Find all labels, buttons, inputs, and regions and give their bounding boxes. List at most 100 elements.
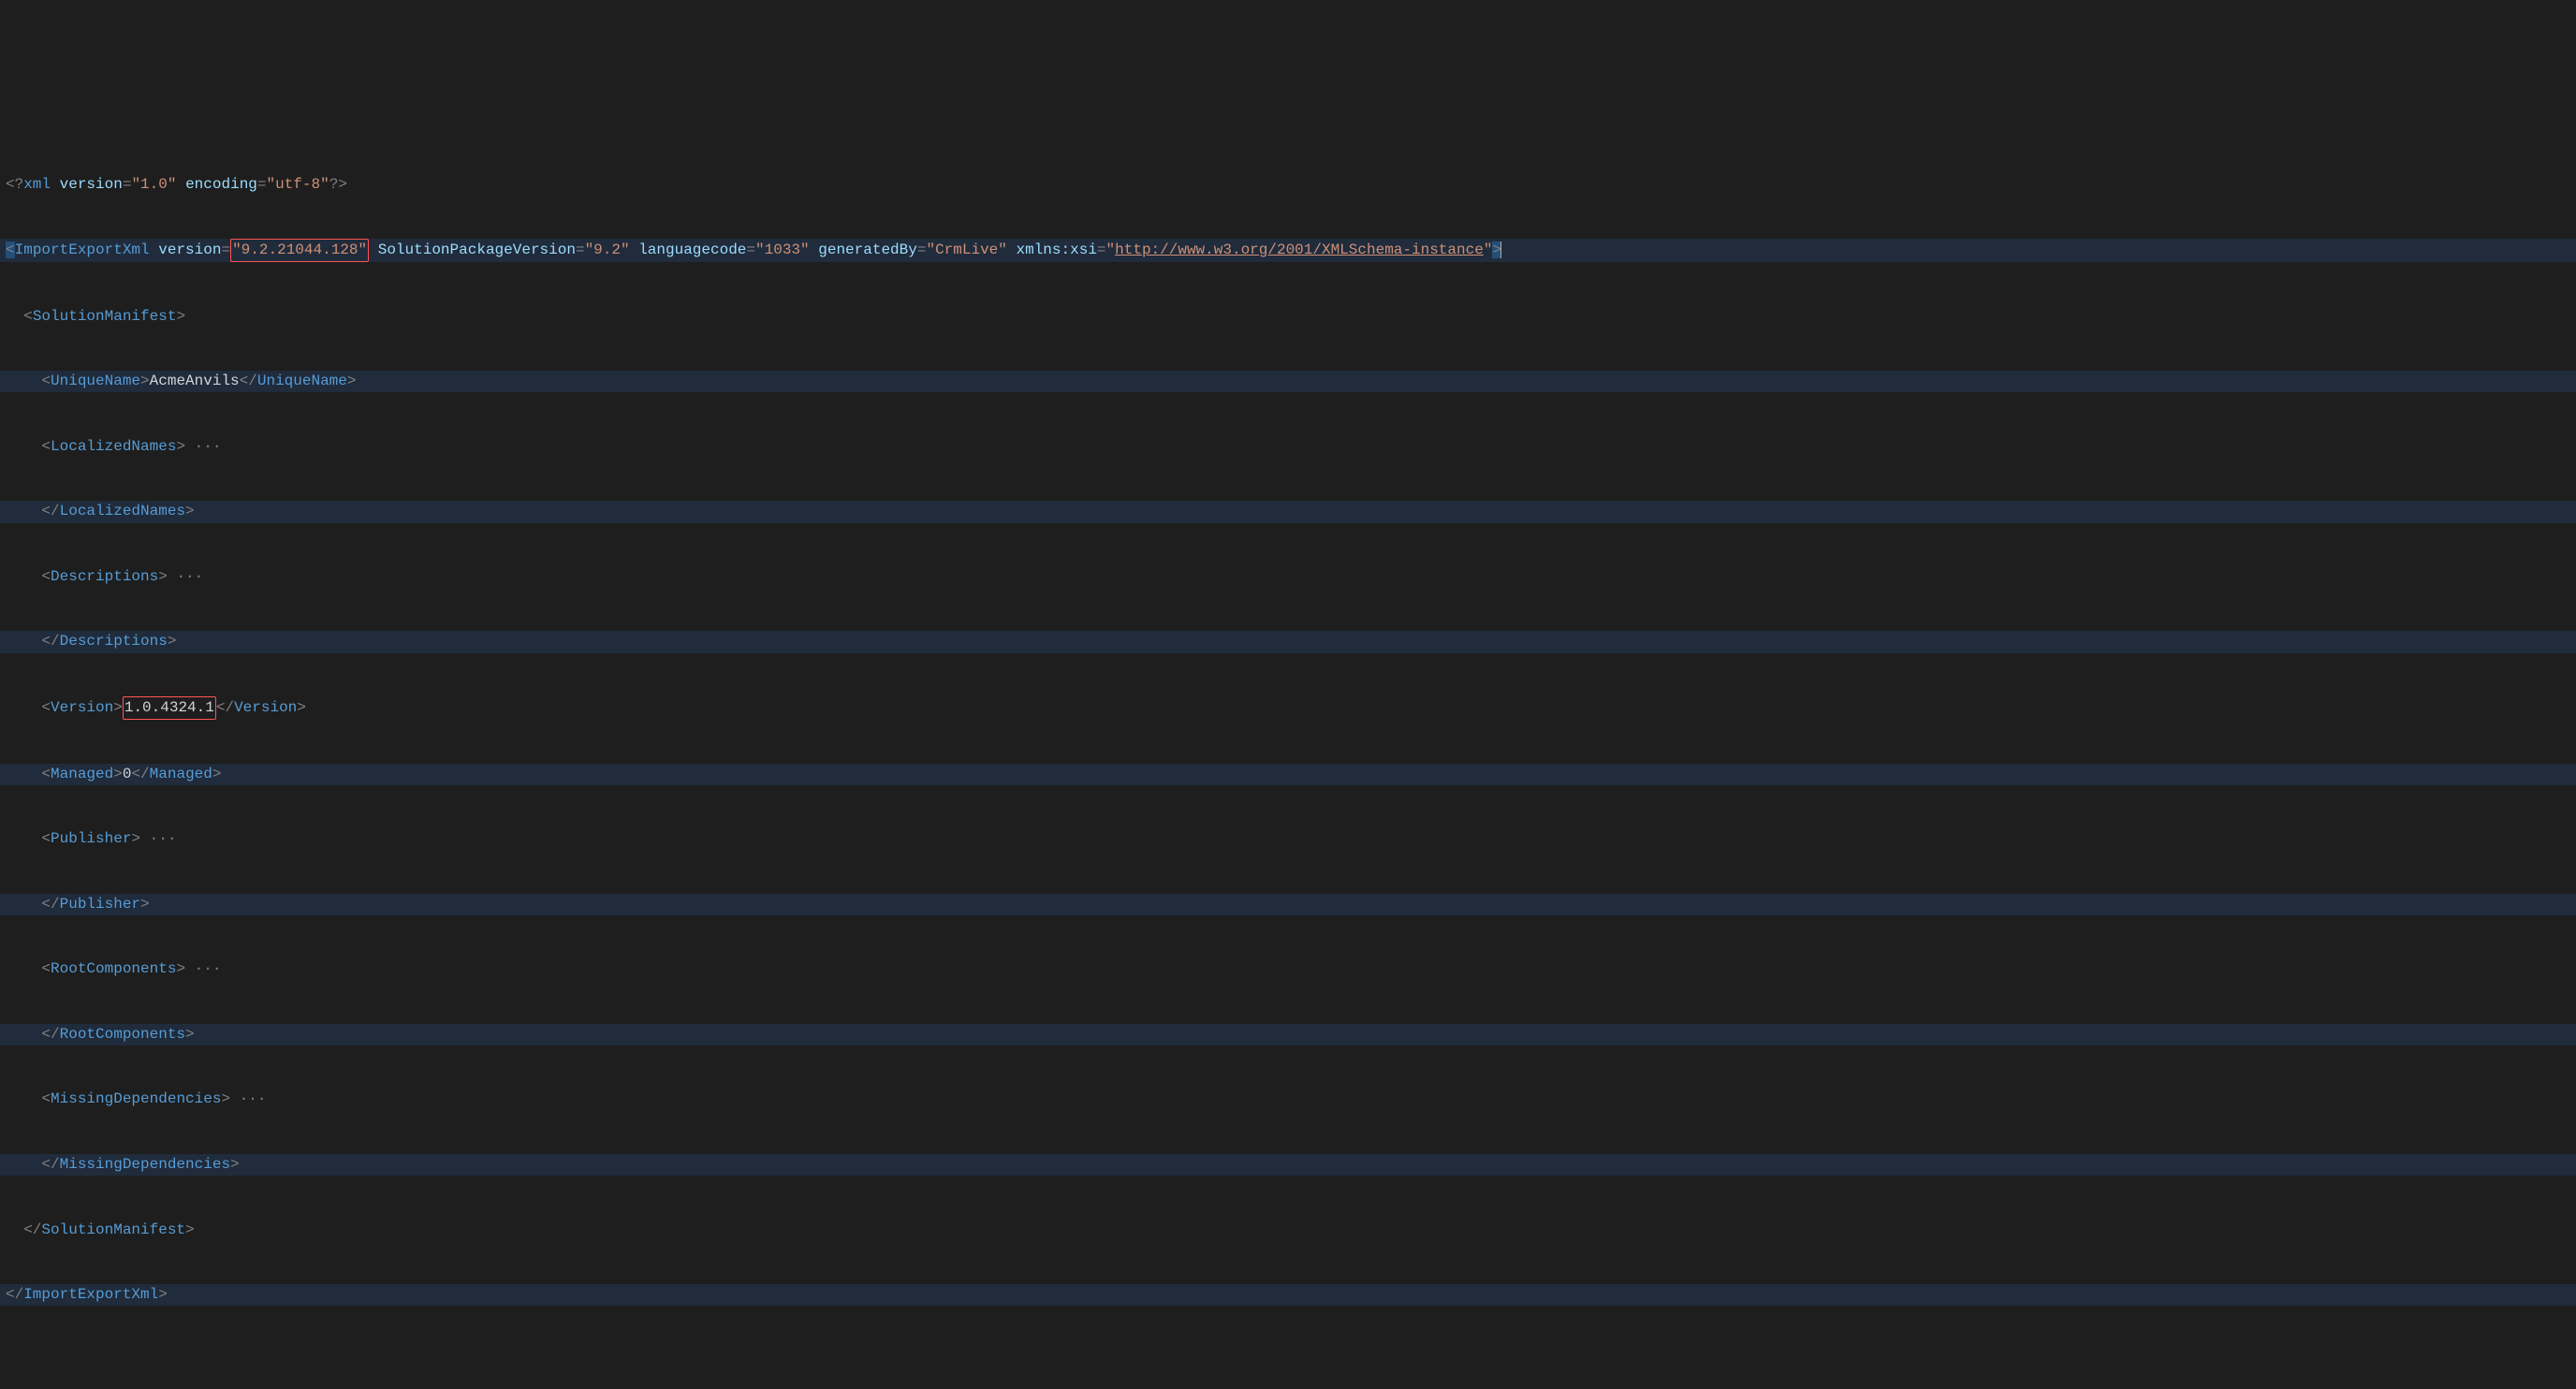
line-xml-decl[interactable]: <?xml version="1.0" encoding="utf-8"?>: [0, 174, 2576, 196]
tag-close: >: [230, 1156, 240, 1173]
tag-open: <: [41, 568, 51, 585]
tag-name: Managed: [150, 766, 212, 782]
indent: [6, 1221, 23, 1238]
attr-name: languagecode: [638, 241, 746, 258]
indent: [6, 438, 41, 455]
tag-open: <: [41, 766, 51, 782]
indent: [6, 308, 23, 325]
fold-icon[interactable]: ···: [240, 1090, 267, 1107]
indent: [6, 960, 41, 977]
fold-icon[interactable]: ···: [195, 960, 222, 977]
tag-name: RootComponents: [60, 1026, 185, 1043]
attr-name: version: [60, 176, 123, 193]
tag-close: >: [168, 633, 177, 650]
tag-open: <: [41, 699, 51, 716]
tag-open: </: [240, 373, 257, 389]
tag-open: </: [131, 766, 149, 782]
tag-open: </: [41, 1026, 59, 1043]
attr-value: "9.2.21044.128": [232, 241, 367, 258]
indent: [6, 830, 41, 847]
line-solutionmanifest-open[interactable]: <SolutionManifest>: [0, 306, 2576, 328]
attr-name: generatedBy: [818, 241, 917, 258]
tag-close: >: [176, 308, 185, 325]
indent: [6, 1090, 41, 1107]
tag-open: <: [6, 241, 15, 258]
tag-name: Version: [234, 699, 297, 716]
line-root-open[interactable]: <ImportExportXml version="9.2.21044.128"…: [0, 239, 2576, 262]
tag-open: </: [216, 699, 234, 716]
line-missingdeps-open[interactable]: <MissingDependencies> ···: [0, 1089, 2576, 1110]
tag-name: MissingDependencies: [60, 1156, 230, 1173]
tag-close: >: [221, 1090, 230, 1107]
tag-open: </: [6, 1286, 23, 1303]
line-managed[interactable]: <Managed>0</Managed>: [0, 764, 2576, 785]
xsi-url[interactable]: http://www.w3.org/2001/XMLSchema-instanc…: [1115, 241, 1484, 258]
line-localizednames-close[interactable]: </LocalizedNames>: [0, 501, 2576, 522]
tag-close: >: [140, 896, 150, 913]
tag-close: >: [113, 766, 123, 782]
attr-name: SolutionPackageVersion: [378, 241, 576, 258]
attr-value: "1.0": [131, 176, 176, 193]
line-descriptions-close[interactable]: </Descriptions>: [0, 631, 2576, 652]
tag-open: </: [41, 896, 59, 913]
attr-value: "1033": [755, 241, 810, 258]
tag-open: </: [41, 633, 59, 650]
tag-open: <: [41, 1090, 51, 1107]
tag-name: Version: [51, 699, 113, 716]
attr-value: "9.2": [585, 241, 630, 258]
highlight-version-attr: "9.2.21044.128": [230, 239, 369, 262]
xml-editor[interactable]: <?xml version="1.0" encoding="utf-8"?> <…: [0, 109, 2576, 1350]
equals: =: [221, 241, 230, 258]
tag-open: <: [41, 438, 51, 455]
line-rootcomponents-open[interactable]: <RootComponents> ···: [0, 958, 2576, 980]
indent: [6, 568, 41, 585]
equals: =: [257, 176, 267, 193]
line-version[interactable]: <Version>1.0.4324.1</Version>: [0, 696, 2576, 720]
tag-name: UniqueName: [257, 373, 347, 389]
tag-open: <: [41, 960, 51, 977]
tag-open: <: [41, 830, 51, 847]
tag-close: >: [185, 503, 195, 519]
equals: =: [746, 241, 755, 258]
tag-close: >: [176, 960, 185, 977]
indent: [6, 1026, 41, 1043]
tag-close: >: [158, 568, 168, 585]
tag-name: MissingDependencies: [51, 1090, 221, 1107]
attr-value: "http://www.w3.org/2001/XMLSchema-instan…: [1106, 241, 1493, 258]
tag-close: >: [131, 830, 140, 847]
indent: [6, 896, 41, 913]
line-rootcomponents-close[interactable]: </RootComponents>: [0, 1024, 2576, 1045]
fold-icon[interactable]: ···: [150, 830, 177, 847]
tag-open: </: [41, 1156, 59, 1173]
indent: [6, 766, 41, 782]
indent: [6, 1156, 41, 1173]
tag-close: >: [176, 438, 185, 455]
line-publisher-open[interactable]: <Publisher> ···: [0, 828, 2576, 850]
line-solutionmanifest-close[interactable]: </SolutionManifest>: [0, 1220, 2576, 1241]
indent: [6, 373, 41, 389]
line-descriptions-open[interactable]: <Descriptions> ···: [0, 566, 2576, 588]
tag-open: </: [41, 503, 59, 519]
line-localizednames-open[interactable]: <LocalizedNames> ···: [0, 436, 2576, 458]
fold-icon[interactable]: ···: [176, 568, 203, 585]
tag-name: SolutionManifest: [41, 1221, 185, 1238]
tag-name: Publisher: [51, 830, 131, 847]
attr-name: encoding: [185, 176, 257, 193]
line-root-close[interactable]: </ImportExportXml>: [0, 1284, 2576, 1306]
tag-close: >: [185, 1026, 195, 1043]
tag-name: ImportExportXml: [23, 1286, 158, 1303]
tag-name: SolutionManifest: [33, 308, 177, 325]
line-publisher-close[interactable]: </Publisher>: [0, 894, 2576, 915]
attr-value: "utf-8": [267, 176, 329, 193]
indent: [6, 503, 41, 519]
tag-name: ImportExportXml: [15, 241, 150, 258]
version-value: 1.0.4324.1: [124, 699, 214, 716]
fold-icon[interactable]: ···: [195, 438, 222, 455]
managed-value: 0: [123, 766, 132, 782]
pi-close: ?>: [329, 176, 347, 193]
uniquename-value: AcmeAnvils: [150, 373, 240, 389]
line-missingdeps-close[interactable]: </MissingDependencies>: [0, 1154, 2576, 1176]
pi-name: xml: [23, 176, 51, 193]
line-uniquename[interactable]: <UniqueName>AcmeAnvils</UniqueName>: [0, 371, 2576, 392]
attr-name: xmlns:xsi: [1017, 241, 1097, 258]
